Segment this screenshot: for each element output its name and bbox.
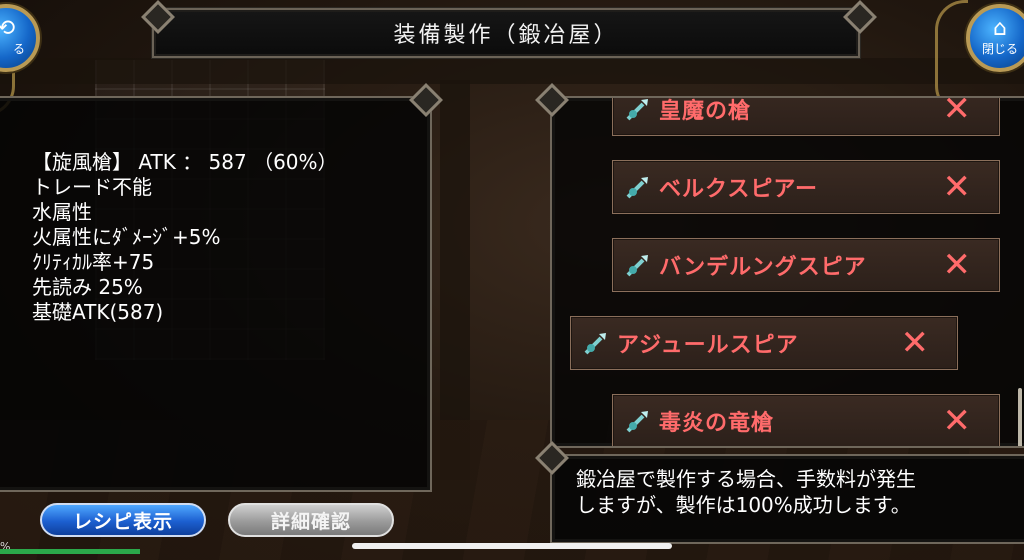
page-title: 装備製作（鍛冶屋）: [393, 23, 619, 48]
info-line: ｸﾘﾃｨｶﾙ率+75: [32, 250, 155, 274]
info-line: トレード不能: [32, 175, 152, 199]
info-line: 火属性にﾀﾞﾒｰｼﾞ+5%: [32, 225, 221, 249]
scrollbar[interactable]: [1018, 388, 1022, 446]
recipe-item[interactable]: ベルクスピアー ✕: [612, 160, 1000, 214]
recipe-list-panel[interactable]: 皇魔の槍 ✕ ベルクスピアー ✕ バンデルングスピア ✕ アジュールスピア ✕ …: [550, 96, 1024, 448]
back-icon: ⟲: [0, 16, 16, 41]
message-panel: 鍛冶屋で製作する場合、手数料が発生 しますが、製作は100%成功します。: [550, 454, 1024, 544]
detail-check-button[interactable]: 詳細確認: [228, 503, 394, 537]
home-indicator[interactable]: [352, 543, 672, 549]
spear-icon: [584, 333, 606, 355]
unavailable-x-icon: ✕: [942, 245, 972, 285]
unavailable-x-icon: ✕: [900, 323, 930, 363]
recipe-item[interactable]: 皇魔の槍 ✕: [612, 96, 1000, 136]
title-bar: 装備製作（鍛冶屋）: [152, 8, 860, 58]
info-line: 水属性: [32, 200, 92, 224]
message-text: 鍛冶屋で製作する場合、手数料が発生 しますが、製作は100%成功します。: [576, 466, 916, 518]
message-line: しますが、製作は100%成功します。: [576, 493, 911, 517]
recipe-display-button[interactable]: レシピ表示: [40, 503, 206, 537]
recipe-item-selected[interactable]: アジュールスピア ✕: [570, 316, 958, 370]
home-icon: ⌂: [993, 16, 1007, 41]
recipe-item[interactable]: バンデルングスピア ✕: [612, 238, 1000, 292]
info-line: 基礎ATK(587): [32, 300, 164, 324]
spear-icon: [626, 411, 648, 433]
spear-icon: [626, 99, 648, 121]
unavailable-x-icon: ✕: [942, 401, 972, 441]
background-beam: [0, 58, 1024, 84]
info-line: 先読み 25%: [32, 275, 143, 299]
recipe-item[interactable]: 毒炎の竜槍 ✕: [612, 394, 1000, 446]
recipe-item-name: 皇魔の槍: [659, 99, 752, 124]
spear-icon: [626, 177, 648, 199]
recipe-item-name: ベルクスピアー: [659, 177, 819, 202]
item-info-panel: 【旋風槍】 ATK ： 587 （60%） トレード不能 水属性 火属性にﾀﾞﾒｰｼﾞ…: [0, 96, 432, 492]
unavailable-x-icon: ✕: [942, 167, 972, 207]
item-info-text: 【旋風槍】 ATK ： 587 （60%） トレード不能 水属性 火属性にﾀﾞﾒｰｼﾞ…: [32, 150, 338, 325]
message-line: 鍛冶屋で製作する場合、手数料が発生: [576, 467, 916, 491]
spear-icon: [626, 255, 648, 277]
recipe-item-name: アジュールスピア: [617, 333, 799, 358]
info-line: 【旋風槍】 ATK ： 587 （60%）: [32, 150, 338, 174]
hp-bar: [0, 549, 140, 554]
unavailable-x-icon: ✕: [942, 96, 972, 129]
recipe-item-name: バンデルングスピア: [659, 255, 867, 280]
recipe-item-name: 毒炎の竜槍: [659, 411, 775, 436]
